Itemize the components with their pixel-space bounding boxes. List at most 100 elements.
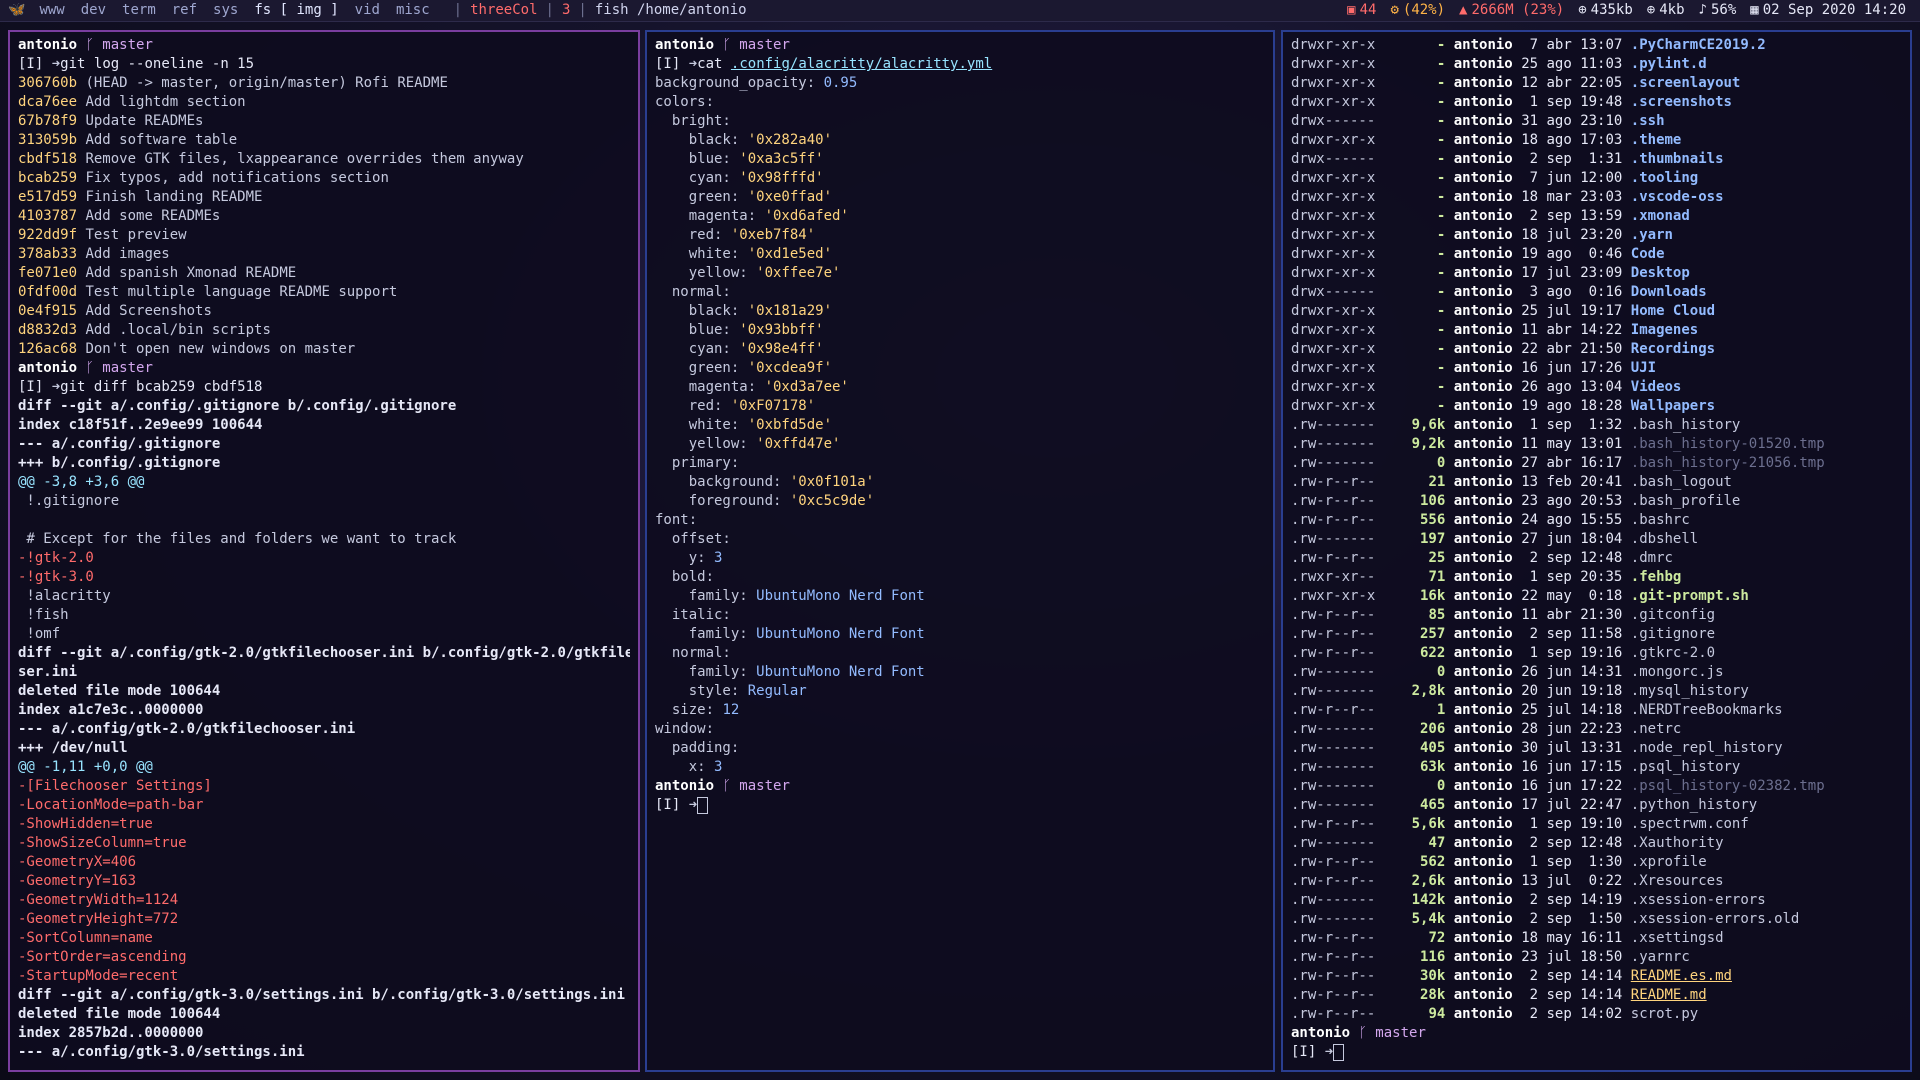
file-row[interactable]: drwxr-xr-x - antonio 16 jun 17:26 UJI bbox=[1291, 359, 1902, 378]
file-name[interactable]: .spectrwm.conf bbox=[1631, 816, 1749, 832]
file-name[interactable]: .psql_history bbox=[1631, 759, 1741, 775]
file-name[interactable]: Downloads bbox=[1631, 284, 1707, 300]
file-row[interactable]: drwxr-xr-x - antonio 17 jul 23:09 Desktop bbox=[1291, 264, 1902, 283]
file-name[interactable]: .PyCharmCE2019.2 bbox=[1631, 37, 1766, 53]
terminal-right[interactable]: drwxr-xr-x - antonio 7 abr 13:07 .PyCharm… bbox=[1281, 30, 1912, 1072]
file-name[interactable]: .pylint.d bbox=[1631, 56, 1707, 72]
file-name[interactable]: .bash_history-01520.tmp bbox=[1631, 436, 1825, 452]
file-row[interactable]: drwxr-xr-x - antonio 2 sep 13:59 .xmonad bbox=[1291, 207, 1902, 226]
file-row[interactable]: drwxr-xr-x - antonio 12 abr 22:05 .screen… bbox=[1291, 74, 1902, 93]
file-row[interactable]: .rw------- 9,2k antonio 11 may 13:01 .bas… bbox=[1291, 435, 1902, 454]
file-row[interactable]: .rw-r--r-- 556 antonio 24 ago 15:55 .bash… bbox=[1291, 511, 1902, 530]
file-row[interactable]: .rw------- 0 antonio 16 jun 17:22 .psql_h… bbox=[1291, 777, 1902, 796]
file-name[interactable]: .xmonad bbox=[1631, 208, 1690, 224]
file-row[interactable]: .rw------- 142k antonio 2 sep 14:19 .xses… bbox=[1291, 891, 1902, 910]
workspace-item[interactable]: misc bbox=[396, 2, 430, 18]
file-row[interactable]: .rw------- 0 antonio 27 abr 16:17 .bash_h… bbox=[1291, 454, 1902, 473]
file-row[interactable]: drwxr-xr-x - antonio 7 jun 12:00 .tooling bbox=[1291, 169, 1902, 188]
file-row[interactable]: .rw-r--r-- 28k antonio 2 sep 14:14 README… bbox=[1291, 986, 1902, 1005]
file-name[interactable]: .NERDTreeBookmarks bbox=[1631, 702, 1783, 718]
file-row[interactable]: .rw-r--r-- 1 antonio 25 jul 14:18 .NERDTr… bbox=[1291, 701, 1902, 720]
file-row[interactable]: .rw------- 465 antonio 17 jul 22:47 .pyth… bbox=[1291, 796, 1902, 815]
command-input[interactable]: [I] ➜ bbox=[655, 796, 1265, 815]
file-name[interactable]: .yarnrc bbox=[1631, 949, 1690, 965]
workspace-item[interactable]: vid bbox=[355, 2, 380, 18]
file-row[interactable]: .rw------- 206 antonio 28 jun 22:23 .netr… bbox=[1291, 720, 1902, 739]
file-path-link[interactable]: .config/alacritty/alacritty.yml bbox=[731, 56, 992, 72]
file-name[interactable]: .screenlayout bbox=[1631, 75, 1741, 91]
workspace-item[interactable]: term bbox=[122, 2, 156, 18]
file-name[interactable]: .bashrc bbox=[1631, 512, 1690, 528]
volume-indicator[interactable]: ♪ 56% bbox=[1699, 0, 1737, 21]
file-name[interactable]: .yarn bbox=[1631, 227, 1673, 243]
file-name[interactable]: .theme bbox=[1631, 132, 1682, 148]
file-row[interactable]: .rw------- 47 antonio 2 sep 12:48 .Xautho… bbox=[1291, 834, 1902, 853]
file-name[interactable]: .psql_history-02382.tmp bbox=[1631, 778, 1825, 794]
file-row[interactable]: .rw------- 197 antonio 27 jun 18:04 .dbsh… bbox=[1291, 530, 1902, 549]
file-name[interactable]: Home Cloud bbox=[1631, 303, 1715, 319]
file-name[interactable]: .dmrc bbox=[1631, 550, 1673, 566]
file-name[interactable]: scrot.py bbox=[1631, 1006, 1698, 1022]
workspace-item[interactable]: fs [ img ] bbox=[254, 2, 338, 18]
file-row[interactable]: .rw------- 405 antonio 30 jul 13:31 .node… bbox=[1291, 739, 1902, 758]
file-name[interactable]: .xprofile bbox=[1631, 854, 1707, 870]
file-name[interactable]: .bash_history bbox=[1631, 417, 1741, 433]
file-row[interactable]: .rw-r--r-- 30k antonio 2 sep 14:14 README… bbox=[1291, 967, 1902, 986]
file-row[interactable]: drwxr-xr-x - antonio 19 ago 18:28 Wallpap… bbox=[1291, 397, 1902, 416]
workspace-item[interactable]: ref bbox=[172, 2, 197, 18]
file-name[interactable]: Imagenes bbox=[1631, 322, 1698, 338]
file-name[interactable]: README.es.md bbox=[1631, 968, 1732, 984]
file-row[interactable]: .rw-r--r-- 116 antonio 23 jul 18:50 .yarn… bbox=[1291, 948, 1902, 967]
file-row[interactable]: .rw------- 2,8k antonio 20 jun 19:18 .mys… bbox=[1291, 682, 1902, 701]
file-name[interactable]: .gitconfig bbox=[1631, 607, 1715, 623]
file-name[interactable]: .thumbnails bbox=[1631, 151, 1724, 167]
file-name[interactable]: .mysql_history bbox=[1631, 683, 1749, 699]
file-name[interactable]: Videos bbox=[1631, 379, 1682, 395]
file-name[interactable]: .node_repl_history bbox=[1631, 740, 1783, 756]
file-row[interactable]: drwxr-xr-x - antonio 7 abr 13:07 .PyCharm… bbox=[1291, 36, 1902, 55]
file-name[interactable]: .bash_history-21056.tmp bbox=[1631, 455, 1825, 471]
file-name[interactable]: .gitignore bbox=[1631, 626, 1715, 642]
file-name[interactable]: Wallpapers bbox=[1631, 398, 1715, 414]
file-row[interactable]: .rw-r--r-- 622 antonio 1 sep 19:16 .gtkrc… bbox=[1291, 644, 1902, 663]
file-row[interactable]: drwxr-xr-x - antonio 22 abr 21:50 Recordi… bbox=[1291, 340, 1902, 359]
file-row[interactable]: .rw-r--r-- 106 antonio 23 ago 20:53 .bash… bbox=[1291, 492, 1902, 511]
file-row[interactable]: drwxr-xr-x - antonio 18 mar 23:03 .vscode… bbox=[1291, 188, 1902, 207]
file-row[interactable]: drwxr-xr-x - antonio 25 jul 19:17 Home Cl… bbox=[1291, 302, 1902, 321]
file-row[interactable]: drwx------ - antonio 3 ago 0:16 Downloads bbox=[1291, 283, 1902, 302]
file-name[interactable]: .Xresources bbox=[1631, 873, 1724, 889]
file-row[interactable]: drwx------ - antonio 2 sep 1:31 .thumbnai… bbox=[1291, 150, 1902, 169]
file-row[interactable]: .rw------- 5,4k antonio 2 sep 1:50 .xsess… bbox=[1291, 910, 1902, 929]
file-name[interactable]: .xsession-errors bbox=[1631, 892, 1766, 908]
file-name[interactable]: .git-prompt.sh bbox=[1631, 588, 1749, 604]
file-row[interactable]: .rw-r--r-- 257 antonio 2 sep 11:58 .gitig… bbox=[1291, 625, 1902, 644]
file-name[interactable]: .bash_logout bbox=[1631, 474, 1732, 490]
file-name[interactable]: .vscode-oss bbox=[1631, 189, 1724, 205]
file-row[interactable]: drwxr-xr-x - antonio 18 ago 17:03 .theme bbox=[1291, 131, 1902, 150]
file-row[interactable]: .rw-r--r-- 94 antonio 2 sep 14:02 scrot.p… bbox=[1291, 1005, 1902, 1024]
file-row[interactable]: .rwxr-xr-- 71 antonio 1 sep 20:35 .fehbg bbox=[1291, 568, 1902, 587]
file-name[interactable]: .gtkrc-2.0 bbox=[1631, 645, 1715, 661]
file-name[interactable]: .xsession-errors.old bbox=[1631, 911, 1800, 927]
file-row[interactable]: drwxr-xr-x - antonio 25 ago 11:03 .pylint… bbox=[1291, 55, 1902, 74]
file-name[interactable]: .netrc bbox=[1631, 721, 1682, 737]
workspace-item[interactable]: sys bbox=[213, 2, 238, 18]
file-name[interactable]: .python_history bbox=[1631, 797, 1757, 813]
file-row[interactable]: .rw------- 0 antonio 26 jun 14:31 .mongor… bbox=[1291, 663, 1902, 682]
workspace-item[interactable]: www bbox=[39, 2, 64, 18]
file-name[interactable]: Desktop bbox=[1631, 265, 1690, 281]
terminal-middle[interactable]: antonio ᚴ master [I] ➜cat .config/alacri… bbox=[645, 30, 1275, 1072]
file-name[interactable]: .xsettingsd bbox=[1631, 930, 1724, 946]
file-row[interactable]: drwxr-xr-x - antonio 18 jul 23:20 .yarn bbox=[1291, 226, 1902, 245]
file-row[interactable]: .rw-r--r-- 25 antonio 2 sep 12:48 .dmrc bbox=[1291, 549, 1902, 568]
file-name[interactable]: .fehbg bbox=[1631, 569, 1682, 585]
file-name[interactable]: UJI bbox=[1631, 360, 1656, 376]
workspace-item[interactable]: dev bbox=[81, 2, 106, 18]
file-name[interactable]: .ssh bbox=[1631, 113, 1665, 129]
file-row[interactable]: .rw-r--r-- 562 antonio 1 sep 1:30 .xprofi… bbox=[1291, 853, 1902, 872]
terminal-left[interactable]: antonio ᚴ master [I] ➜git log --oneline … bbox=[8, 30, 640, 1072]
file-name[interactable]: .mongorc.js bbox=[1631, 664, 1724, 680]
file-row[interactable]: .rw------- 9,6k antonio 1 sep 1:32 .bash_… bbox=[1291, 416, 1902, 435]
file-name[interactable]: Recordings bbox=[1631, 341, 1715, 357]
file-row[interactable]: .rw-r--r-- 72 antonio 18 may 16:11 .xsett… bbox=[1291, 929, 1902, 948]
